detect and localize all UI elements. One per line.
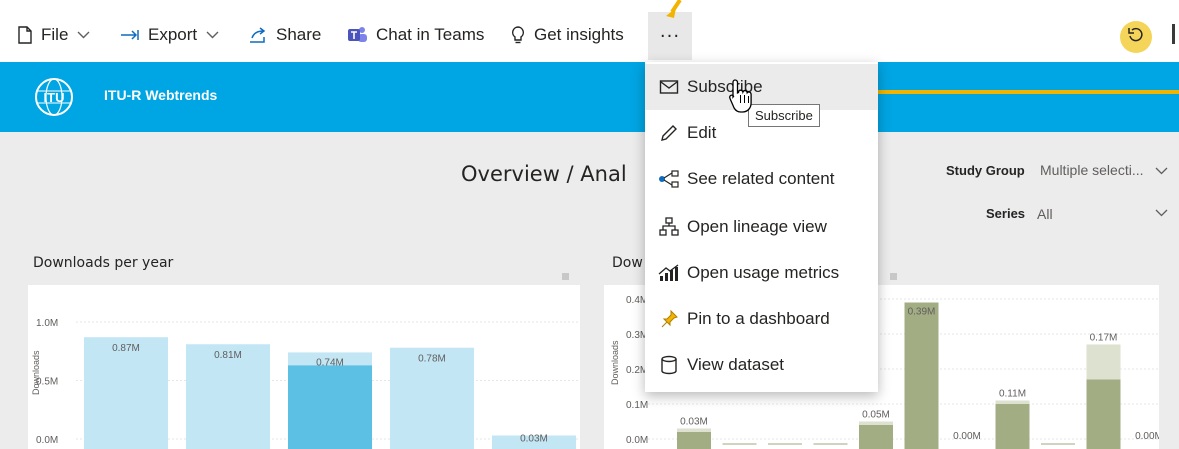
lineage-icon	[654, 217, 684, 237]
chevron-down-icon	[77, 31, 90, 39]
chart-title-second: Dow	[612, 255, 643, 271]
logo-text: ITU	[44, 90, 65, 105]
menu-item-see-related-content[interactable]: See related content	[645, 156, 878, 202]
y-axis-label: Downloads	[31, 350, 41, 395]
related-content-icon	[654, 170, 684, 188]
share-button[interactable]: Share	[248, 22, 321, 48]
chat-label: Chat in Teams	[376, 25, 485, 44]
study-group-dropdown[interactable]: Multiple selecti...	[1040, 162, 1143, 178]
action-bar: File Export Share Chat in Teams Get insi…	[0, 0, 1179, 62]
menu-item-label: Open usage metrics	[687, 263, 840, 282]
teams-icon	[346, 25, 368, 45]
usage-metrics-icon	[654, 264, 684, 282]
file-menu-button[interactable]: File	[17, 22, 90, 48]
y-tick-label: 0.1M	[626, 400, 648, 411]
mail-icon	[654, 79, 684, 95]
visual-header-marker	[890, 273, 897, 280]
data-label: 0.78M	[418, 354, 446, 365]
menu-item-open-usage-metrics[interactable]: Open usage metrics	[645, 250, 878, 296]
visual-header-marker	[562, 273, 569, 280]
reset-button[interactable]	[1120, 21, 1152, 53]
y-tick-label: 1.0M	[36, 318, 58, 329]
data-label: 0.05M	[862, 410, 890, 421]
pin-icon	[654, 309, 684, 329]
page-title: Overview / Anal	[461, 162, 627, 186]
data-label: 0.00M	[953, 431, 981, 442]
data-label: 0.17M	[1090, 333, 1118, 344]
menu-item-label: Pin to a dashboard	[687, 309, 830, 328]
bar	[859, 425, 893, 449]
bar	[995, 404, 1030, 449]
export-arrow-icon	[120, 28, 140, 42]
hand-pointer-cursor-icon	[729, 79, 752, 113]
y-tick-label: 0.0M	[36, 435, 58, 446]
bar-empty	[813, 443, 848, 445]
downloads-per-year-chart: 1.0M 0.5M 0.0M Downloads 0.87M 0.81M 0.74M 0.78…	[28, 285, 580, 449]
dataset-icon	[654, 355, 684, 375]
data-label: 0.74M	[316, 357, 344, 368]
toolbar-edge-divider	[1172, 24, 1175, 44]
file-label: File	[41, 25, 69, 44]
banner-title: ITU-R Webtrends	[104, 87, 218, 103]
bar-empty	[722, 443, 757, 445]
annotation-arrow-icon	[666, 0, 682, 18]
share-icon	[248, 26, 268, 44]
export-menu-button[interactable]: Export	[120, 22, 219, 48]
lightbulb-icon	[510, 25, 526, 45]
bar	[904, 302, 939, 449]
annotation-arrow-line	[878, 90, 1179, 94]
share-label: Share	[276, 25, 322, 44]
export-label: Export	[148, 25, 198, 44]
y-tick-label: 0.0M	[626, 435, 648, 446]
chevron-down-icon[interactable]	[1155, 167, 1168, 175]
more-options-label: ···	[659, 25, 681, 47]
bar-highlight	[288, 365, 372, 449]
menu-item-label: Open lineage view	[687, 217, 827, 236]
data-label: 0.81M	[214, 350, 242, 361]
report-banner: ITU ITU-R Webtrends	[0, 62, 1179, 132]
bar-empty	[1041, 443, 1075, 445]
menu-item-view-dataset[interactable]: View dataset	[645, 342, 878, 388]
undo-icon	[1127, 26, 1145, 48]
menu-item-pin-to-a-dashboard[interactable]: Pin to a dashboard	[645, 296, 878, 342]
series-label: Series	[986, 206, 1026, 221]
menu-item-label: Edit	[687, 123, 717, 142]
bar	[1086, 379, 1121, 449]
file-icon	[17, 26, 33, 44]
data-label: 0.03M	[680, 417, 708, 428]
insights-label: Get insights	[534, 25, 624, 44]
chevron-down-icon	[206, 31, 219, 39]
chart-title-downloads-per-year: Downloads per year	[33, 255, 174, 271]
menu-item-label: See related content	[687, 169, 835, 188]
chevron-down-icon[interactable]	[1155, 209, 1168, 217]
menu-item-label: View dataset	[687, 355, 785, 374]
data-label: 0.11M	[999, 389, 1026, 400]
data-label: 0.00M	[1135, 431, 1159, 442]
bar	[677, 432, 711, 449]
data-label: 0.87M	[112, 343, 140, 354]
bar-chart-svg: 1.0M0.5M0.0MDownloads0.87M0.81M0.74M 0.78…	[31, 318, 580, 449]
data-label: 0.39M	[908, 307, 936, 318]
pencil-icon	[654, 123, 684, 143]
menu-item-open-lineage-view[interactable]: Open lineage view	[645, 204, 878, 250]
y-axis-label: Downloads	[610, 340, 620, 385]
series-dropdown[interactable]: All	[1037, 206, 1053, 222]
chat-in-teams-button[interactable]: Chat in Teams	[346, 22, 484, 48]
data-label: 0.03M	[520, 433, 548, 444]
itu-logo-icon: ITU	[33, 76, 75, 118]
bar-empty	[768, 443, 802, 445]
get-insights-button[interactable]: Get insights	[510, 22, 624, 48]
subscribe-tooltip: Subscribe	[748, 104, 820, 127]
study-group-label: Study Group	[946, 163, 1025, 178]
